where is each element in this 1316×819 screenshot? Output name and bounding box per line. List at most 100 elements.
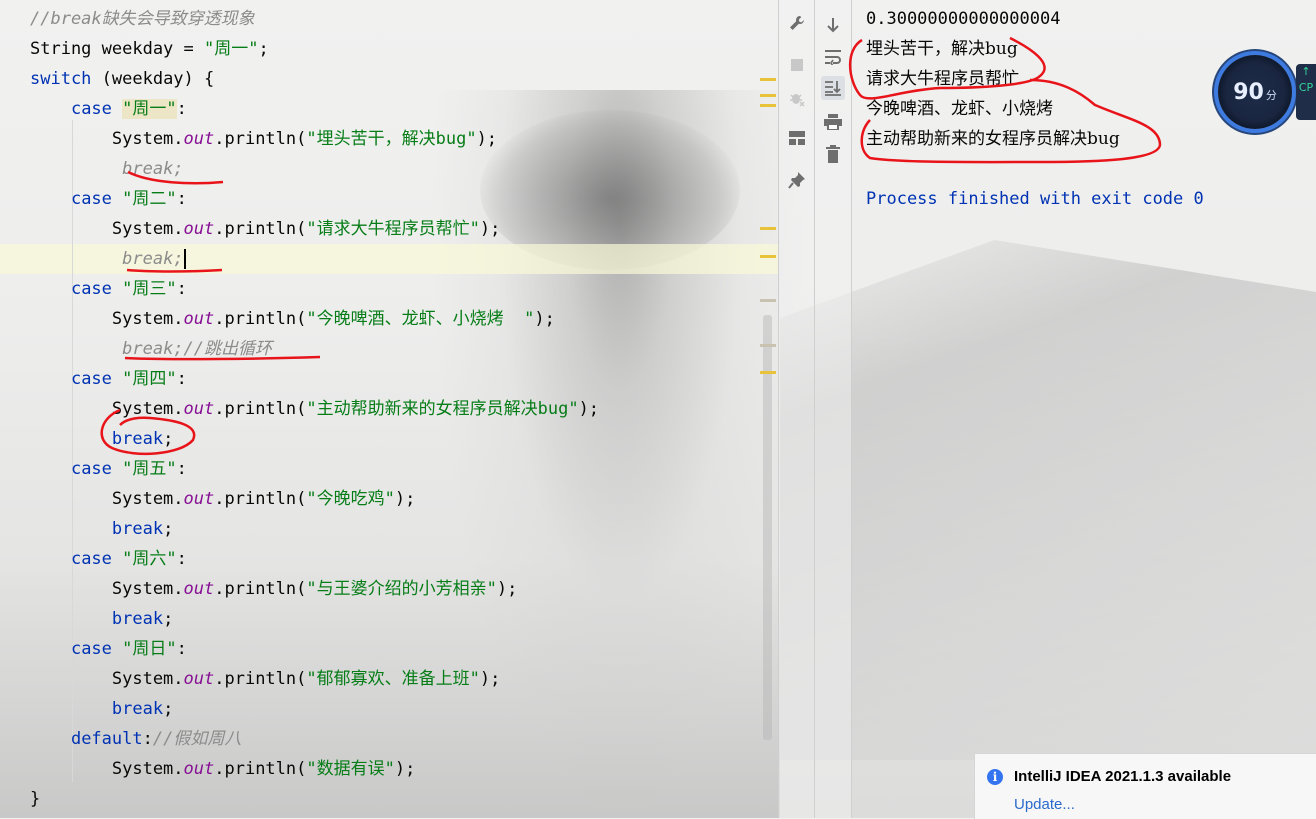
update-link[interactable]: Update... bbox=[1014, 796, 1075, 813]
code-line[interactable]: case "周三": bbox=[30, 274, 187, 304]
code-token: : bbox=[176, 639, 187, 659]
code-token: case bbox=[70, 99, 112, 119]
code-line[interactable]: System.out.println("数据有误"); bbox=[30, 754, 415, 784]
code-line[interactable]: case "周四": bbox=[30, 364, 187, 394]
scroll-down-icon[interactable] bbox=[821, 13, 845, 37]
code-line[interactable]: break; bbox=[30, 604, 173, 634]
scroll-marker[interactable] bbox=[760, 344, 776, 347]
code-token: } bbox=[30, 789, 41, 809]
code-editor[interactable]: //break缺失会导致穿透现象 String weekday = "周一"; sw… bbox=[0, 0, 778, 818]
debug-icon[interactable] bbox=[785, 86, 809, 110]
code-token: : bbox=[176, 549, 187, 569]
print-icon[interactable] bbox=[821, 110, 845, 134]
code-token: "数据有误" bbox=[306, 759, 395, 779]
code-line[interactable]: System.out.println("请求大牛程序员帮忙"); bbox=[30, 214, 500, 244]
warning-marker[interactable] bbox=[760, 255, 776, 258]
code-line[interactable]: break; bbox=[30, 424, 173, 454]
code-token: out bbox=[183, 579, 215, 599]
warning-marker[interactable] bbox=[760, 371, 776, 374]
code-line[interactable]: System.out.println("郁郁寡欢、准备上班"); bbox=[30, 664, 500, 694]
code-token: .println( bbox=[214, 669, 307, 689]
wrench-icon[interactable] bbox=[785, 11, 809, 35]
code-token: : bbox=[176, 189, 187, 209]
code-line[interactable]: System.out.println("今晚吃鸡"); bbox=[30, 484, 415, 514]
console-line: 0.30000000000000004 bbox=[866, 9, 1061, 29]
scroll-to-end-icon[interactable] bbox=[821, 76, 845, 100]
code-line[interactable]: System.out.println("主动帮助新来的女程序员解决bug"); bbox=[30, 394, 599, 424]
code-line[interactable]: case "周五": bbox=[30, 454, 187, 484]
code-token: "今晚啤酒、龙虾、小烧烤 " bbox=[306, 309, 535, 329]
code-line[interactable]: case "周一": bbox=[30, 94, 187, 124]
console-line: 主动帮助新来的女程序员解决bug bbox=[866, 129, 1120, 149]
soft-wrap-icon[interactable] bbox=[821, 45, 845, 69]
code-token: System. bbox=[30, 579, 184, 599]
cpu-side-panel: ↑ CP bbox=[1296, 64, 1316, 120]
code-token: ; bbox=[163, 519, 174, 539]
code-line[interactable]: break; bbox=[30, 244, 186, 274]
code-token: System. bbox=[30, 129, 184, 149]
arrow-up-icon: ↑ bbox=[1301, 65, 1311, 78]
code-token: case bbox=[70, 549, 112, 569]
code-token: break bbox=[111, 429, 164, 449]
code-token: ); bbox=[578, 399, 600, 419]
text-cursor bbox=[183, 249, 186, 269]
run-toolbar-right bbox=[814, 0, 852, 818]
code-token: "今晚吃鸡" bbox=[306, 489, 395, 509]
code-line[interactable]: break; bbox=[30, 514, 173, 544]
code-line[interactable]: case "周二": bbox=[30, 184, 187, 214]
layout-icon[interactable] bbox=[785, 126, 809, 150]
code-token: System. bbox=[30, 489, 184, 509]
code-token: "周六" bbox=[122, 549, 177, 569]
code-line[interactable]: System.out.println("与王婆介绍的小芳相亲"); bbox=[30, 574, 517, 604]
code-line[interactable]: } bbox=[30, 784, 40, 814]
code-token: System. bbox=[30, 309, 184, 329]
cpu-score-widget[interactable]: 90 分 ↑ CP bbox=[1218, 52, 1316, 132]
warning-marker[interactable] bbox=[760, 104, 776, 107]
warning-marker[interactable] bbox=[760, 227, 776, 230]
code-line[interactable]: System.out.println("埋头苦干，解决bug"); bbox=[30, 124, 497, 154]
code-token: "周二" bbox=[122, 189, 177, 209]
code-token: ; bbox=[163, 609, 174, 629]
code-token: ); bbox=[394, 759, 416, 779]
code-line[interactable]: break;//跳出循环 bbox=[30, 334, 272, 364]
code-line[interactable]: break; bbox=[30, 154, 184, 184]
scroll-marker[interactable] bbox=[760, 299, 776, 302]
code-line[interactable]: System.out.println("今晚啤酒、龙虾、小烧烤 "); bbox=[30, 304, 555, 334]
stop-icon[interactable] bbox=[785, 53, 809, 77]
code-token: "周四" bbox=[122, 369, 177, 389]
code-line[interactable]: break; bbox=[30, 694, 173, 724]
code-token: break; bbox=[122, 159, 184, 179]
code-line[interactable]: case "周六": bbox=[30, 544, 187, 574]
editor-scrollbar[interactable] bbox=[763, 315, 772, 740]
code-token: break bbox=[111, 519, 164, 539]
console-line: 请求大牛程序员帮忙 bbox=[866, 69, 1019, 89]
code-token: ; bbox=[163, 429, 174, 449]
trash-icon[interactable] bbox=[821, 142, 845, 166]
code-token: .println( bbox=[214, 399, 307, 419]
code-token: : bbox=[176, 459, 187, 479]
update-notification[interactable]: i IntelliJ IDEA 2021.1.3 available Updat… bbox=[974, 753, 1316, 819]
code-token: out bbox=[183, 309, 215, 329]
console-line: 今晚啤酒、龙虾、小烧烤 bbox=[866, 99, 1053, 119]
code-line[interactable]: switch (weekday) { bbox=[30, 64, 214, 94]
code-token: .println( bbox=[214, 129, 307, 149]
code-line[interactable]: case "周日": bbox=[30, 634, 187, 664]
code-token: ; bbox=[163, 699, 174, 719]
code-token: .println( bbox=[214, 219, 307, 239]
warning-marker[interactable] bbox=[760, 94, 776, 97]
pin-icon[interactable] bbox=[785, 168, 809, 192]
code-token: System. bbox=[30, 399, 184, 419]
code-line[interactable]: //break缺失会导致穿透现象 bbox=[30, 4, 255, 34]
warning-marker[interactable] bbox=[760, 78, 776, 81]
code-token: out bbox=[183, 759, 215, 779]
code-line[interactable]: default://假如周八 bbox=[30, 724, 241, 754]
code-line[interactable]: String weekday = "周一"; bbox=[30, 34, 269, 64]
